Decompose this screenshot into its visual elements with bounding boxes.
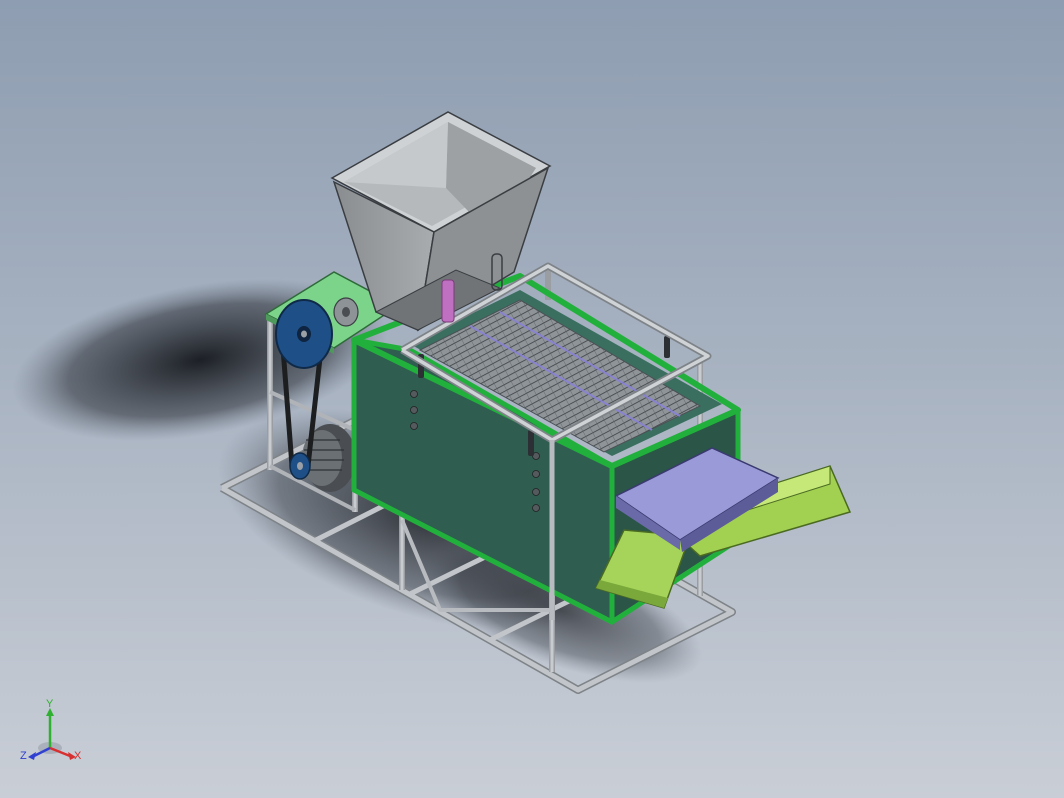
z-axis-label: Z <box>20 750 27 762</box>
small-pulley[interactable] <box>289 452 311 480</box>
large-pulley[interactable] <box>275 299 333 369</box>
gate-tab[interactable] <box>441 279 455 323</box>
y-axis-label: Y <box>46 698 54 710</box>
model-viewport[interactable] <box>0 0 1064 798</box>
x-axis-label: X <box>74 750 82 762</box>
shaft-bearing[interactable] <box>333 297 359 327</box>
axis-triad: Y X Z <box>18 698 88 772</box>
